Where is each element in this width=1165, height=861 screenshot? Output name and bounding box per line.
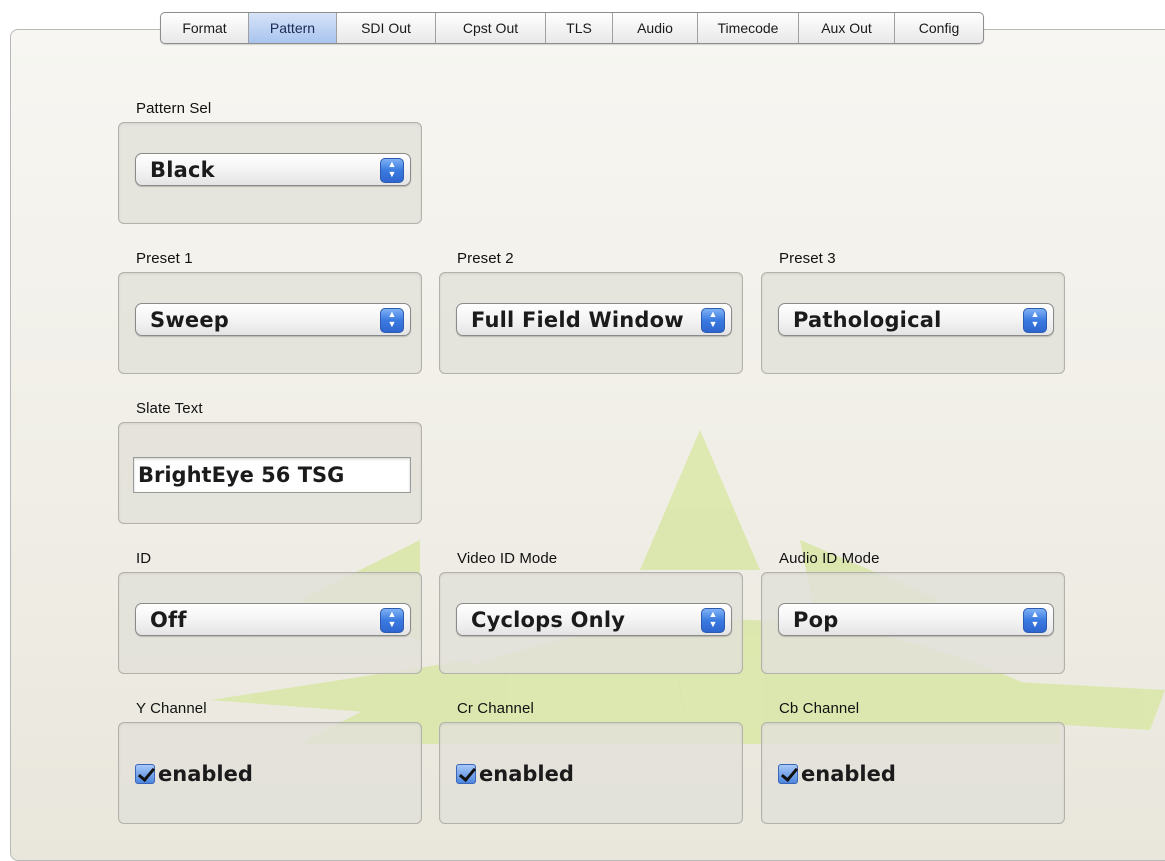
dropdown-arrows-icon: ▲ ▼ <box>701 608 725 633</box>
tab-pattern[interactable]: Pattern <box>249 13 337 43</box>
tab-cpst-out[interactable]: Cpst Out <box>436 13 546 43</box>
checkbox-checked-icon[interactable] <box>135 764 155 784</box>
audio-id-mode-label: Audio ID Mode <box>779 550 880 567</box>
preset2-group: Full Field Window ▲ ▼ <box>439 272 743 374</box>
checkbox-checked-icon[interactable] <box>778 764 798 784</box>
preset1-group: Sweep ▲ ▼ <box>118 272 422 374</box>
dropdown-arrows-icon: ▲ ▼ <box>380 308 404 333</box>
dropdown-arrows-icon: ▲ ▼ <box>380 608 404 633</box>
cr-channel-label: Cr Channel <box>457 700 534 717</box>
audio-id-mode-group: Pop ▲ ▼ <box>761 572 1065 674</box>
cb-channel-checkbox-label: enabled <box>801 762 896 786</box>
dropdown-arrows-icon: ▲ ▼ <box>1023 308 1047 333</box>
preset2-value: Full Field Window <box>471 308 684 332</box>
audio-id-mode-dropdown[interactable]: Pop ▲ ▼ <box>778 603 1054 636</box>
slate-text-group: BrightEye 56 TSG <box>118 422 422 524</box>
id-dropdown[interactable]: Off ▲ ▼ <box>135 603 411 636</box>
video-id-mode-group: Cyclops Only ▲ ▼ <box>439 572 743 674</box>
dropdown-arrows-icon: ▲ ▼ <box>701 308 725 333</box>
cb-channel-group: enabled <box>761 722 1065 824</box>
id-label: ID <box>136 550 152 567</box>
y-channel-label: Y Channel <box>136 700 207 717</box>
preset2-label: Preset 2 <box>457 250 514 267</box>
tab-tls[interactable]: TLS <box>546 13 613 43</box>
id-value: Off <box>150 608 187 632</box>
preset3-group: Pathological ▲ ▼ <box>761 272 1065 374</box>
tab-aux-out[interactable]: Aux Out <box>799 13 895 43</box>
cr-channel-checkbox-label: enabled <box>479 762 574 786</box>
pattern-sel-group: Black ▲ ▼ <box>118 122 422 224</box>
checkbox-checked-icon[interactable] <box>456 764 476 784</box>
tab-bar: Format Pattern SDI Out Cpst Out TLS Audi… <box>160 12 984 44</box>
cr-channel-group: enabled <box>439 722 743 824</box>
video-id-mode-dropdown[interactable]: Cyclops Only ▲ ▼ <box>456 603 732 636</box>
cb-channel-checkbox[interactable]: enabled <box>778 759 896 789</box>
tab-config[interactable]: Config <box>895 13 983 43</box>
id-group: Off ▲ ▼ <box>118 572 422 674</box>
pattern-sel-label: Pattern Sel <box>136 100 212 117</box>
dropdown-arrows-icon: ▲ ▼ <box>1023 608 1047 633</box>
tab-format[interactable]: Format <box>161 13 249 43</box>
tab-audio[interactable]: Audio <box>613 13 698 43</box>
video-id-mode-value: Cyclops Only <box>471 608 626 632</box>
preset1-dropdown[interactable]: Sweep ▲ ▼ <box>135 303 411 336</box>
preset3-value: Pathological <box>793 308 942 332</box>
preset2-dropdown[interactable]: Full Field Window ▲ ▼ <box>456 303 732 336</box>
slate-text-label: Slate Text <box>136 400 203 417</box>
tab-sdi-out[interactable]: SDI Out <box>337 13 436 43</box>
y-channel-checkbox[interactable]: enabled <box>135 759 253 789</box>
preset3-dropdown[interactable]: Pathological ▲ ▼ <box>778 303 1054 336</box>
slate-text-value: BrightEye 56 TSG <box>138 463 345 487</box>
tab-timecode[interactable]: Timecode <box>698 13 799 43</box>
slate-text-input[interactable]: BrightEye 56 TSG <box>133 457 411 493</box>
audio-id-mode-value: Pop <box>793 608 839 632</box>
preset1-label: Preset 1 <box>136 250 193 267</box>
y-channel-group: enabled <box>118 722 422 824</box>
dropdown-arrows-icon: ▲ ▼ <box>380 158 404 183</box>
preset3-label: Preset 3 <box>779 250 836 267</box>
preset1-value: Sweep <box>150 308 230 332</box>
y-channel-checkbox-label: enabled <box>158 762 253 786</box>
video-id-mode-label: Video ID Mode <box>457 550 558 567</box>
cr-channel-checkbox[interactable]: enabled <box>456 759 574 789</box>
pattern-sel-dropdown[interactable]: Black ▲ ▼ <box>135 153 411 186</box>
cb-channel-label: Cb Channel <box>779 700 860 717</box>
pattern-sel-value: Black <box>150 158 215 182</box>
